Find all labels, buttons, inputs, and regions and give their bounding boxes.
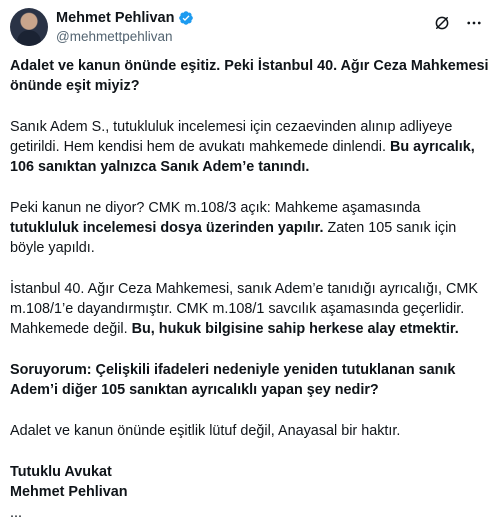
avatar[interactable] xyxy=(10,8,48,46)
author-block: Mehmet Pehlivan @mehmettpehlivan xyxy=(56,9,194,44)
tweet-header: Mehmet Pehlivan @mehmettpehlivan xyxy=(10,8,489,48)
paragraph-4-bold: Bu, hukuk bilgisine sahip herkese alay e… xyxy=(131,321,459,337)
tweet-paragraph-6: Adalet ve kanun önünde eşitlik lütuf değ… xyxy=(10,423,401,439)
more-icon[interactable] xyxy=(463,14,485,32)
tweet-body: Adalet ve kanun önünde eşitiz. Peki İsta… xyxy=(10,56,490,502)
display-name[interactable]: Mehmet Pehlivan xyxy=(56,10,174,26)
tweet-post: Mehmet Pehlivan @mehmettpehlivan Adalet … xyxy=(0,0,499,521)
tweet-paragraph-2: Sanık Adem S., tutukluluk incelemesi içi… xyxy=(10,117,490,177)
name-row: Mehmet Pehlivan xyxy=(56,9,194,27)
paragraph-3-bold: tutukluluk incelemesi dosya üzerinden ya… xyxy=(10,220,324,236)
tweet-paragraph-3: Peki kanun ne diyor? CMK m.108/3 açık: M… xyxy=(10,198,490,258)
grok-icon[interactable] xyxy=(433,14,451,32)
handle[interactable]: @mehmettpehlivan xyxy=(56,29,194,44)
signature-name: Mehmet Pehlivan xyxy=(10,484,128,500)
tweet-paragraph-1: Adalet ve kanun önünde eşitiz. Peki İsta… xyxy=(10,58,489,94)
tweet-paragraph-5: Soruyorum: Çelişkili ifadeleri nedeniyle… xyxy=(10,362,456,398)
truncated-text: ... xyxy=(10,505,22,521)
tweet-paragraph-4: İstanbul 40. Ağır Ceza Mahkemesi, sanık … xyxy=(10,279,490,339)
signature-title: Tutuklu Avukat xyxy=(10,464,112,480)
paragraph-3-text: Peki kanun ne diyor? CMK m.108/3 açık: M… xyxy=(10,200,421,216)
paragraph-2-text: Sanık Adem S., tutukluluk incelemesi içi… xyxy=(10,119,453,155)
verified-badge-icon xyxy=(179,11,194,25)
